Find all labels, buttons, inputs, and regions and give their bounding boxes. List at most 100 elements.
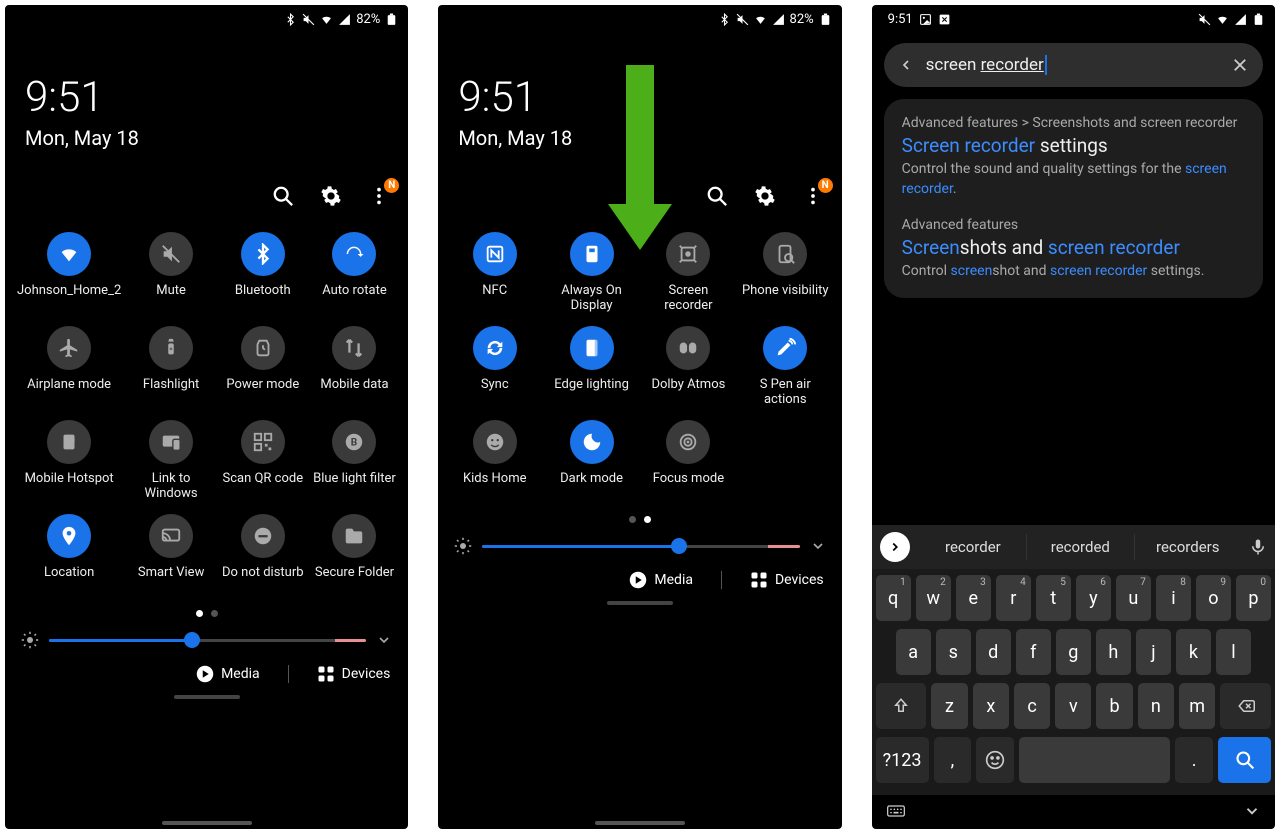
bluetooth-icon[interactable] [241, 232, 285, 276]
focus-icon[interactable] [666, 420, 710, 464]
expand-icon[interactable] [880, 532, 910, 562]
key-c[interactable]: c [1014, 683, 1050, 729]
dark-icon[interactable] [570, 420, 614, 464]
key-y[interactable]: y6 [1076, 575, 1111, 621]
tile-flash[interactable]: Flashlight [125, 326, 217, 410]
dnd-icon[interactable] [241, 514, 285, 558]
recorder-icon[interactable] [666, 232, 710, 276]
key-t[interactable]: t5 [1036, 575, 1071, 621]
key-r[interactable]: r4 [996, 575, 1031, 621]
hotspot-icon[interactable] [47, 420, 91, 464]
tile-kids[interactable]: Kids Home [446, 420, 543, 504]
folder-icon[interactable] [332, 514, 376, 558]
tile-qr[interactable]: Scan QR code [217, 420, 309, 504]
mic-icon[interactable] [1249, 538, 1267, 556]
keyboard-collapse-icon[interactable] [1243, 802, 1261, 820]
key-m[interactable]: m [1179, 683, 1215, 729]
tile-aod[interactable]: Always On Display [543, 232, 640, 316]
qr-icon[interactable] [241, 420, 285, 464]
search-button[interactable] [706, 185, 728, 207]
mute-icon[interactable] [149, 232, 193, 276]
key-l[interactable]: l [1216, 629, 1251, 675]
key-comma[interactable]: , [934, 737, 972, 783]
chevron-down-icon[interactable] [376, 632, 392, 648]
devices-button[interactable]: Devices [750, 571, 824, 589]
brightness-slider[interactable] [482, 545, 799, 548]
key-j[interactable]: j [1136, 629, 1171, 675]
page-dot[interactable] [644, 516, 651, 523]
key-h[interactable]: h [1096, 629, 1131, 675]
key-q[interactable]: q1 [876, 575, 911, 621]
tile-nfc[interactable]: NFC [446, 232, 543, 316]
tile-folder[interactable]: Secure Folder [309, 514, 401, 598]
key-e[interactable]: e3 [956, 575, 991, 621]
clear-icon[interactable] [1231, 56, 1249, 74]
page-dot[interactable] [629, 516, 636, 523]
dolby-icon[interactable] [666, 326, 710, 370]
tile-rotate[interactable]: Auto rotate [309, 232, 401, 316]
wifi-icon[interactable] [47, 232, 91, 276]
key-f[interactable]: f [1016, 629, 1051, 675]
nav-handle[interactable] [162, 821, 252, 825]
key-w[interactable]: w2 [916, 575, 951, 621]
kids-icon[interactable] [473, 420, 517, 464]
tile-loc[interactable]: Location [13, 514, 125, 598]
tile-mute[interactable]: Mute [125, 232, 217, 316]
search-input[interactable]: screen recorder [926, 55, 1219, 76]
tile-data[interactable]: Mobile data [309, 326, 401, 410]
suggestion[interactable]: recorders [1135, 534, 1241, 560]
devices-button[interactable]: Devices [317, 665, 391, 683]
data-icon[interactable] [332, 326, 376, 370]
suggestion[interactable]: recorder [920, 534, 1027, 560]
spen-icon[interactable] [763, 326, 807, 370]
nav-handle[interactable] [595, 821, 685, 825]
loc-icon[interactable] [47, 514, 91, 558]
cast-icon[interactable] [149, 514, 193, 558]
key-v[interactable]: v [1055, 683, 1091, 729]
tile-link[interactable]: Link to Windows [125, 420, 217, 504]
tile-focus[interactable]: Focus mode [640, 420, 737, 504]
tile-edge[interactable]: Edge lighting [543, 326, 640, 410]
tile-dnd[interactable]: Do not disturb [217, 514, 309, 598]
key-g[interactable]: g [1056, 629, 1091, 675]
key-i[interactable]: i8 [1156, 575, 1191, 621]
tile-plane[interactable]: Airplane mode [13, 326, 125, 410]
search-button[interactable] [272, 185, 294, 207]
key-a[interactable]: a [896, 629, 931, 675]
blf-icon[interactable]: B [332, 420, 376, 464]
suggestion[interactable]: recorded [1027, 534, 1134, 560]
tile-dolby[interactable]: Dolby Atmos [640, 326, 737, 410]
key-p[interactable]: p0 [1236, 575, 1271, 621]
key-d[interactable]: d [976, 629, 1011, 675]
key-u[interactable]: u7 [1116, 575, 1151, 621]
tile-bluetooth[interactable]: Bluetooth [217, 232, 309, 316]
search-result[interactable]: Advanced features > Screenshots and scre… [902, 115, 1245, 199]
key-period[interactable]: . [1175, 737, 1213, 783]
key-b[interactable]: b [1096, 683, 1132, 729]
link-icon[interactable] [149, 420, 193, 464]
aod-icon[interactable] [570, 232, 614, 276]
rotate-icon[interactable] [332, 232, 376, 276]
key-k[interactable]: k [1176, 629, 1211, 675]
key-space[interactable] [1019, 737, 1170, 783]
more-button[interactable]: N [368, 185, 390, 207]
key-shift[interactable] [876, 683, 927, 729]
tile-spen[interactable]: S Pen air actions [737, 326, 834, 410]
page-dot[interactable] [211, 610, 218, 617]
power-icon[interactable] [241, 326, 285, 370]
tile-wifi[interactable]: Johnson_Home_2 [13, 232, 125, 316]
drag-handle[interactable] [607, 601, 673, 605]
media-button[interactable]: Media [629, 571, 693, 589]
tile-cast[interactable]: Smart View [125, 514, 217, 598]
settings-button[interactable] [320, 185, 342, 207]
keyboard-switch-icon[interactable] [886, 801, 906, 821]
tile-sync[interactable]: Sync [446, 326, 543, 410]
tile-visibility[interactable]: Phone visibility [737, 232, 834, 316]
key-emoji[interactable] [976, 737, 1014, 783]
tile-blf[interactable]: BBlue light filter [309, 420, 401, 504]
settings-button[interactable] [754, 185, 776, 207]
more-button[interactable]: N [802, 185, 824, 207]
tile-hotspot[interactable]: Mobile Hotspot [13, 420, 125, 504]
key-n[interactable]: n [1138, 683, 1174, 729]
plane-icon[interactable] [47, 326, 91, 370]
